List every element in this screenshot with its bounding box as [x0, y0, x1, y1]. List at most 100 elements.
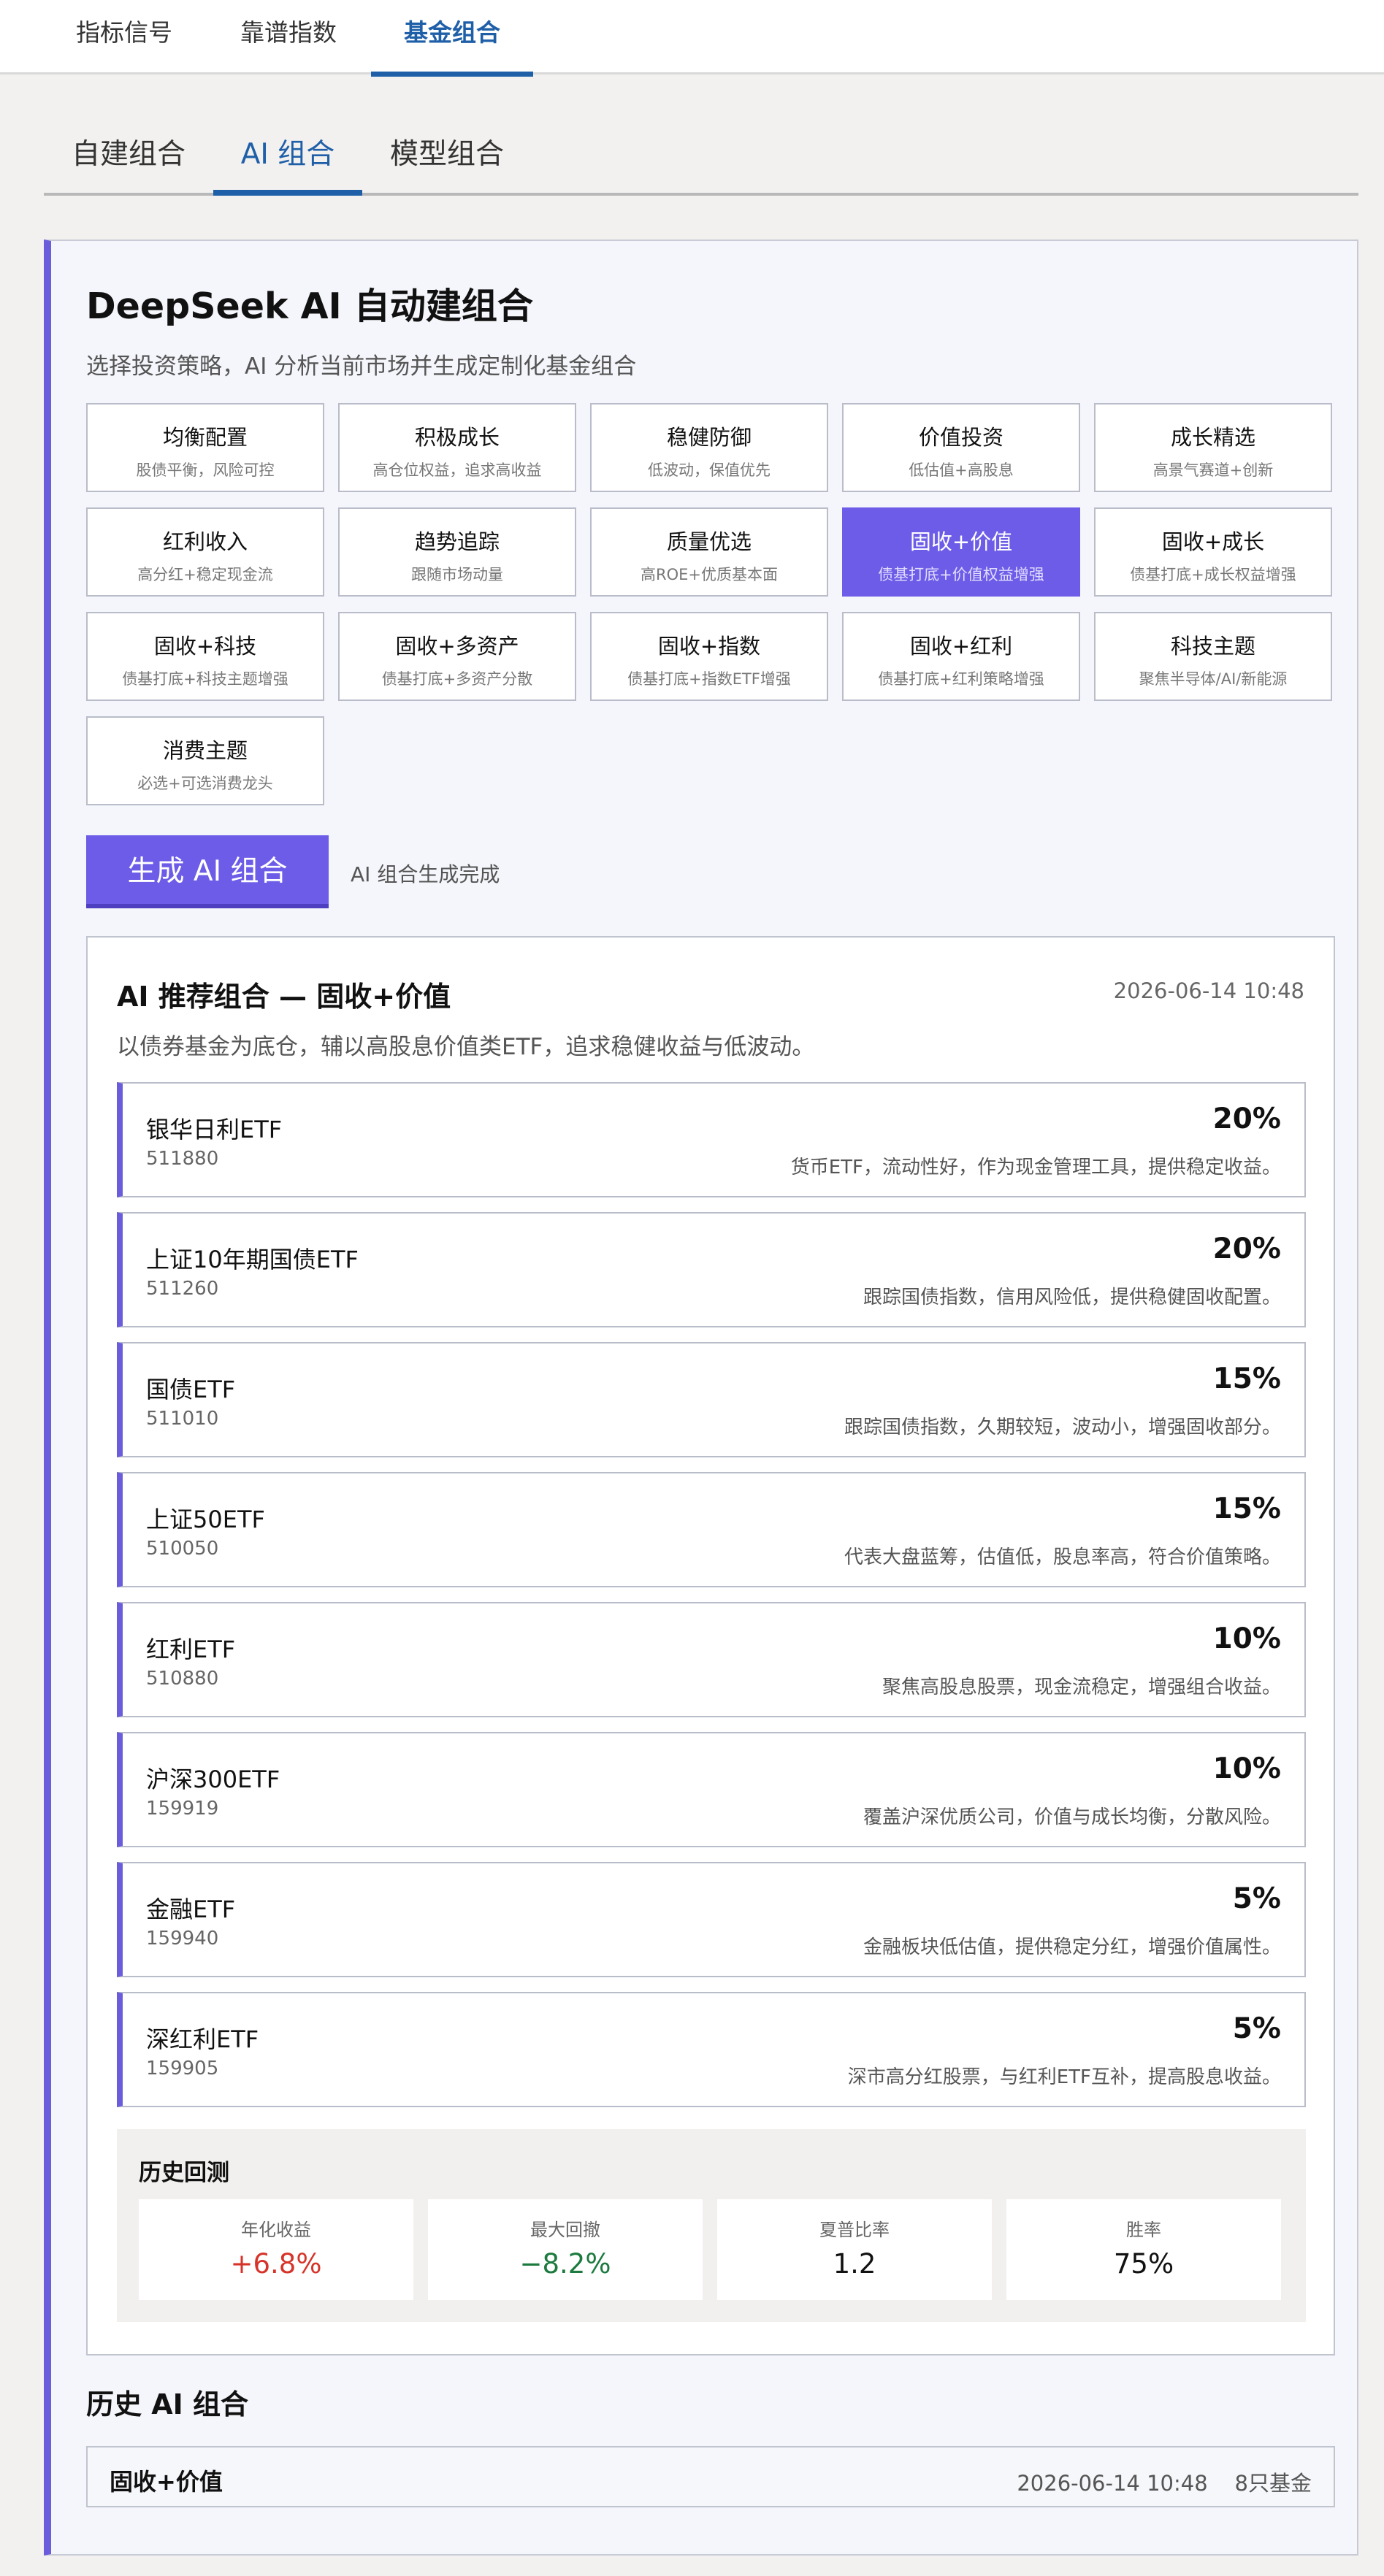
strategy-subtitle: 低波动，保值优先	[648, 461, 771, 479]
metric-label: 胜率	[1126, 2220, 1161, 2240]
strategy-name: 固收+科技	[153, 634, 257, 659]
tab-model-portfolio[interactable]: 模型组合	[362, 117, 532, 193]
fund-code: 159905	[146, 2058, 219, 2079]
strategy-option[interactable]: 价值投资 低估值+高股息	[842, 403, 1080, 492]
tab-custom-portfolio[interactable]: 自建组合	[44, 117, 213, 193]
recommendation-timestamp: 2026-06-14 10:48	[1113, 978, 1304, 1003]
panel-description: 选择投资策略，AI 分析当前市场并生成定制化基金组合	[86, 353, 637, 380]
fund-code: 511010	[146, 1408, 219, 1430]
strategy-subtitle: 高景气赛道+创新	[1152, 461, 1274, 479]
strategy-name: 积极成长	[414, 425, 500, 450]
strategy-subtitle: 债基打底+指数ETF增强	[627, 670, 791, 688]
strategy-option[interactable]: 成长精选高景气赛道+创新	[1094, 403, 1332, 492]
strategy-option[interactable]: 科技主题 聚焦半导体/AI/新能源	[1094, 612, 1332, 701]
strategy-subtitle: 高ROE+优质基本面	[641, 566, 778, 583]
strategy-option[interactable]: 固收+指数 债基打底+指数ETF增强	[590, 612, 828, 701]
backtest-title: 历史回测	[139, 2160, 229, 2186]
fund-row: 深红利ETF 159905 5% 深市高分红股票，与红利ETF互补，提高股息收益…	[117, 1992, 1306, 2107]
fund-code: 511880	[146, 1148, 219, 1170]
metric-label: 年化收益	[241, 2220, 311, 2240]
history-item[interactable]: 固收+价值 2026-06-14 10:48 8只基金	[86, 2446, 1335, 2507]
panel-title: DeepSeek AI 自动建组合	[86, 285, 533, 327]
strategy-name: 趋势追踪	[414, 529, 500, 554]
fund-note: 跟踪国债指数，信用风险低，提供稳健固收配置。	[863, 1287, 1281, 1308]
tab-fund-portfolio[interactable]: 基金组合	[371, 0, 533, 77]
fund-note: 聚焦高股息股票，现金流稳定，增强组合收益。	[882, 1676, 1281, 1698]
fund-name: 上证50ETF	[146, 1506, 265, 1533]
strategy-subtitle: 债基打底+价值权益增强	[878, 566, 1044, 583]
strategy-name: 固收+成长	[1161, 529, 1265, 554]
strategy-name: 均衡配置	[162, 425, 248, 450]
strategy-subtitle: 必选+可选消费龙头	[137, 775, 273, 792]
top-tab-bar: 指标信号 靠谱指数 基金组合	[0, 0, 1384, 77]
strategy-subtitle: 债基打底+红利策略增强	[878, 670, 1044, 688]
strategy-subtitle: 聚焦半导体/AI/新能源	[1139, 670, 1288, 688]
fund-note: 金融板块低估值，提供稳定分红，增强价值属性。	[863, 1936, 1281, 1958]
tab-ai-portfolio[interactable]: AI 组合	[213, 117, 362, 196]
strategy-name: 消费主题	[162, 738, 248, 763]
fund-row: 国债ETF 511010 15% 跟踪国债指数，久期较短，波动小，增强固收部分。	[117, 1342, 1306, 1457]
fund-name: 银华日利ETF	[146, 1116, 283, 1143]
fund-name: 深红利ETF	[146, 2025, 259, 2053]
fund-code: 510880	[146, 1668, 219, 1690]
strategy-name: 固收+价值	[909, 529, 1013, 554]
metric-label: 夏普比率	[819, 2220, 890, 2240]
fund-row: 红利ETF 510880 10% 聚焦高股息股票，现金流稳定，增强组合收益。	[117, 1602, 1306, 1717]
metric-value: +6.8%	[230, 2248, 322, 2280]
fund-weight: 10%	[1212, 1752, 1281, 1785]
tab-reliable-index[interactable]: 靠谱指数	[208, 0, 369, 74]
strategy-name: 固收+红利	[909, 634, 1013, 659]
strategy-subtitle: 股债平衡，风险可控	[136, 461, 275, 479]
strategy-option[interactable]: 固收+科技债基打底+科技主题增强	[86, 612, 324, 701]
strategy-option[interactable]: 固收+多资产 债基打底+多资产分散	[338, 612, 576, 701]
fund-code: 511260	[146, 1278, 219, 1300]
strategy-option[interactable]: 固收+红利债基打底+红利策略增强	[842, 612, 1080, 701]
metric-value: −8.2%	[519, 2248, 611, 2280]
strategy-subtitle: 高分红+稳定现金流	[137, 566, 273, 583]
fund-note: 跟踪国债指数，久期较短，波动小，增强固收部分。	[844, 1417, 1281, 1438]
strategy-option[interactable]: 稳健防御低波动，保值优先	[590, 403, 828, 492]
ai-portfolio-panel: DeepSeek AI 自动建组合 选择投资策略，AI 分析当前市场并生成定制化…	[44, 239, 1358, 2556]
fund-name: 金融ETF	[146, 1895, 236, 1923]
fund-note: 深市高分红股票，与红利ETF互补，提高股息收益。	[847, 2066, 1281, 2088]
generate-ai-portfolio-button[interactable]: 生成 AI 组合	[86, 835, 329, 908]
fund-note: 货币ETF，流动性好，作为现金管理工具，提供稳定收益。	[790, 1157, 1281, 1178]
metric-value: 1.2	[833, 2248, 876, 2280]
backtest-section: 历史回测 年化收益 +6.8% 最大回撤 −8.2% 夏普比率 1.2 胜率 7…	[117, 2129, 1306, 2322]
strategy-name: 稳健防御	[666, 425, 752, 450]
fund-note: 覆盖沪深优质公司，价值与成长均衡，分散风险。	[863, 1806, 1281, 1828]
fund-name: 国债ETF	[146, 1376, 236, 1403]
fund-name: 上证10年期国债ETF	[146, 1246, 359, 1273]
fund-note: 代表大盘蓝筹，估值低，股息率高，符合价值策略。	[844, 1546, 1281, 1568]
metric-win-rate: 胜率 75%	[1006, 2199, 1281, 2300]
strategy-name: 价值投资	[918, 425, 1003, 450]
strategy-option[interactable]: 趋势追踪跟随市场动量	[338, 507, 576, 597]
fund-name: 沪深300ETF	[146, 1766, 280, 1793]
strategy-name: 成长精选	[1170, 425, 1255, 450]
fund-row: 上证10年期国债ETF 511260 20% 跟踪国债指数，信用风险低，提供稳健…	[117, 1212, 1306, 1327]
strategy-subtitle: 债基打底+成长权益增强	[1130, 566, 1296, 583]
strategy-name: 红利收入	[162, 529, 248, 554]
strategy-name: 固收+多资产	[395, 634, 519, 659]
strategy-option[interactable]: 均衡配置股债平衡，风险可控	[86, 403, 324, 492]
fund-row: 沪深300ETF 159919 10% 覆盖沪深优质公司，价值与成长均衡，分散风…	[117, 1732, 1306, 1847]
fund-row: 上证50ETF 510050 15% 代表大盘蓝筹，估值低，股息率高，符合价值策…	[117, 1472, 1306, 1587]
strategy-option[interactable]: 积极成长高仓位权益，追求高收益	[338, 403, 576, 492]
history-item-name: 固收+价值	[110, 2468, 223, 2496]
strategy-subtitle: 高仓位权益，追求高收益	[372, 461, 542, 479]
recommendation-description: 以债券基金为底仓，辅以高股息价值类ETF，追求稳健收益与低波动。	[117, 1034, 815, 1060]
generate-status-text: AI 组合生成完成	[351, 862, 500, 886]
strategy-subtitle: 债基打底+科技主题增强	[122, 670, 288, 688]
fund-weight: 10%	[1212, 1622, 1281, 1655]
strategy-option[interactable]: 红利收入高分红+稳定现金流	[86, 507, 324, 597]
strategy-option-selected[interactable]: 固收+价值债基打底+价值权益增强	[842, 507, 1080, 597]
strategy-option[interactable]: 质量优选 高ROE+优质基本面	[590, 507, 828, 597]
fund-code: 159919	[146, 1798, 219, 1820]
strategy-subtitle: 跟随市场动量	[411, 566, 503, 583]
strategy-option[interactable]: 固收+成长债基打底+成长权益增强	[1094, 507, 1332, 597]
history-item-meta: 2026-06-14 10:48 8只基金	[1017, 2471, 1312, 2496]
tab-indicator-signals[interactable]: 指标信号	[44, 0, 204, 74]
metric-max-drawdown: 最大回撤 −8.2%	[428, 2199, 703, 2300]
fund-row: 金融ETF 159940 5% 金融板块低估值，提供稳定分红，增强价值属性。	[117, 1862, 1306, 1977]
strategy-option[interactable]: 消费主题必选+可选消费龙头	[86, 716, 324, 805]
